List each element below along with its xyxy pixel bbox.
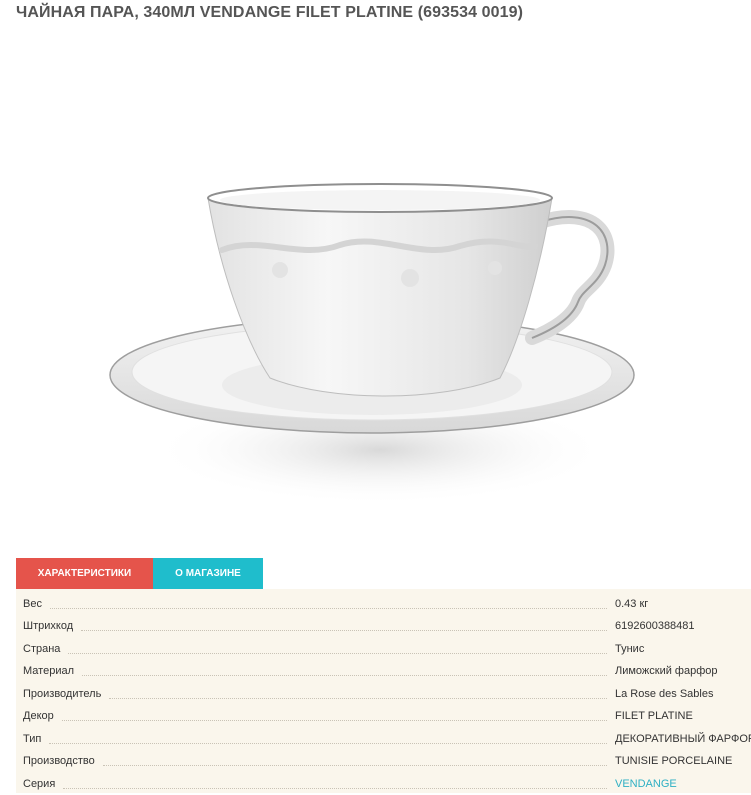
dotted-leader [49, 742, 607, 744]
dotted-leader [68, 652, 607, 654]
spec-row-weight: Вес 0.43 кг [16, 593, 751, 615]
spec-row-decor: Декор FILET PLATINE [16, 705, 751, 727]
spec-row-country: Страна Тунис [16, 638, 751, 660]
specs-table: Вес 0.43 кг Штрихкод 6192600388481 Стран… [16, 589, 751, 793]
spec-value: TUNISIE PORCELAINE [615, 755, 733, 767]
spec-label: Тип [23, 733, 42, 745]
spec-label: Декор [23, 710, 54, 722]
tab-about-store[interactable]: О МАГАЗИНЕ [153, 558, 263, 589]
tabs: ХАРАКТЕРИСТИКИ О МАГАЗИНЕ [16, 558, 263, 589]
spec-row-type: Тип ДЕКОРАТИВНЫЙ ФАРФОР [16, 728, 751, 750]
dotted-leader [61, 719, 607, 721]
dotted-leader [82, 674, 607, 676]
spec-label: Серия [23, 778, 56, 790]
spec-value: La Rose des Sables [615, 688, 714, 700]
dotted-leader [102, 764, 607, 766]
spec-value: ДЕКОРАТИВНЫЙ ФАРФОР [615, 733, 751, 745]
spec-label: Производитель [23, 688, 102, 700]
dotted-leader [109, 697, 607, 699]
dotted-leader [81, 629, 607, 631]
product-title: ЧАЙНАЯ ПАРА, 340МЛ VENDANGE FILET PLATIN… [16, 4, 524, 21]
spec-label: Производство [23, 755, 95, 767]
spec-label: Материал [23, 665, 74, 677]
product-image [109, 183, 635, 505]
series-link[interactable]: VENDANGE [615, 778, 751, 790]
spec-row-barcode: Штрихкод 6192600388481 [16, 615, 751, 637]
tab-characteristics[interactable]: ХАРАКТЕРИСТИКИ [16, 558, 153, 589]
spec-value: Лиможский фарфор [615, 665, 718, 677]
spec-label: Штрихкод [23, 620, 74, 632]
spec-value: FILET PLATINE [615, 710, 693, 722]
spec-row-material: Материал Лиможский фарфор [16, 660, 751, 682]
spec-value: 6192600388481 [615, 620, 695, 632]
dotted-leader [63, 787, 607, 789]
spec-row-manufacturer: Производитель La Rose des Sables [16, 683, 751, 705]
spec-label: Страна [23, 643, 61, 655]
spec-row-series: Серия VENDANGE [16, 773, 751, 795]
spec-row-production: Производство TUNISIE PORCELAINE [16, 750, 751, 772]
spec-value: Тунис [615, 643, 645, 655]
spec-label: Вес [23, 598, 42, 610]
dotted-leader [49, 607, 607, 609]
spec-value: 0.43 кг [615, 598, 649, 610]
